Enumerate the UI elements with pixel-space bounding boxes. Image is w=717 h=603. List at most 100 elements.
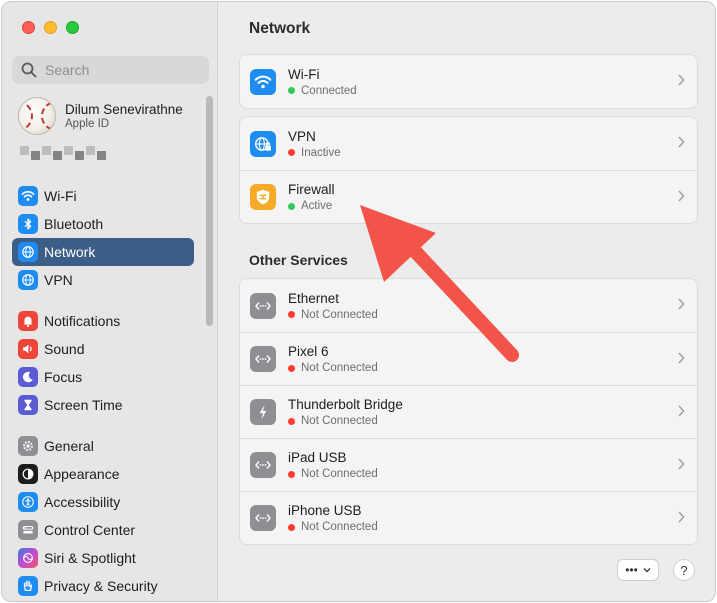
moon-icon	[18, 367, 38, 387]
chevron-right-icon	[678, 405, 685, 417]
wifi-icon	[250, 68, 276, 95]
more-actions-button[interactable]: •••	[617, 559, 659, 581]
sidebar-item-control-center[interactable]: Control Center	[12, 516, 194, 544]
sidebar-item-label: Wi-Fi	[44, 188, 77, 204]
sidebar-item-network[interactable]: Network	[12, 238, 194, 266]
status-label: Not Connected	[301, 468, 378, 480]
service-row-firewall[interactable]: Firewall Active	[240, 170, 697, 223]
avatar	[18, 97, 56, 135]
service-status: Not Connected	[288, 362, 378, 374]
chevron-right-icon	[678, 136, 685, 148]
sidebar-item-accessibility[interactable]: Accessibility	[12, 488, 194, 516]
service-name: Thunderbolt Bridge	[288, 397, 403, 412]
status-label: Not Connected	[301, 521, 378, 533]
chevron-right-icon	[678, 458, 685, 470]
service-row-ipad-usb[interactable]: iPad USB Not Connected	[240, 438, 697, 491]
ethernet-icon	[250, 292, 276, 319]
service-name: iPhone USB	[288, 503, 362, 518]
redacted-content	[20, 146, 106, 160]
thunderbolt-icon	[250, 399, 276, 425]
sidebar-item-sound[interactable]: Sound	[12, 335, 194, 363]
search-field[interactable]	[12, 56, 209, 84]
service-name: Ethernet	[288, 290, 340, 306]
status-dot-green	[288, 87, 295, 94]
sidebar-item-bluetooth[interactable]: Bluetooth	[12, 210, 194, 238]
profile-name: Dilum Senevirathne	[65, 102, 183, 117]
zoom-button[interactable]	[66, 21, 79, 34]
service-name: Wi-Fi	[288, 66, 320, 82]
sidebar-item-screen-time[interactable]: Screen Time	[12, 391, 194, 419]
sidebar-item-label: Bluetooth	[44, 216, 104, 232]
status-dot-red	[288, 149, 295, 156]
service-status: Not Connected	[288, 521, 378, 533]
status-dot-red	[288, 417, 295, 425]
sidebar-item-label: Screen Time	[44, 397, 123, 413]
service-row-vpn[interactable]: VPN Inactive	[240, 117, 697, 170]
close-button[interactable]	[22, 21, 35, 34]
service-status: Not Connected	[288, 309, 378, 321]
sidebar-item-focus[interactable]: Focus	[12, 363, 194, 391]
bottom-toolbar: ••• ?	[617, 559, 695, 581]
sidebar-item-privacy-security[interactable]: Privacy & Security	[12, 572, 194, 600]
status-label: Connected	[301, 84, 357, 97]
status-dot-green	[288, 202, 295, 210]
chevron-right-icon	[678, 352, 685, 364]
sidebar-item-notifications[interactable]: Notifications	[12, 307, 194, 335]
service-name: VPN	[288, 128, 316, 144]
help-button[interactable]: ?	[673, 559, 695, 581]
sidebar-item-siri-spotlight[interactable]: Siri & Spotlight	[12, 544, 194, 572]
status-dot-red	[288, 311, 295, 318]
service-name: Pixel 6	[288, 344, 329, 359]
chevron-right-icon	[678, 511, 685, 523]
service-row-iphone-usb[interactable]: iPhone USB Not Connected	[240, 491, 697, 544]
service-row-wifi[interactable]: Wi-Fi Connected	[240, 55, 697, 108]
gear-icon	[18, 436, 38, 456]
sidebar-item-label: Privacy & Security	[44, 578, 158, 594]
sidebar-item-general[interactable]: General	[12, 432, 194, 460]
hourglass-icon	[18, 395, 38, 415]
system-settings-window: Dilum Senevirathne Apple ID Wi-Fi Blueto…	[1, 1, 716, 602]
sidebar-item-label: Focus	[44, 369, 83, 385]
globe-icon	[18, 242, 38, 262]
service-status: Connected	[288, 85, 357, 97]
sidebar-item-label: Appearance	[44, 466, 120, 482]
service-row-pixel-6[interactable]: Pixel 6 Not Connected	[240, 332, 697, 385]
ethernet-icon	[250, 505, 276, 531]
traffic-lights	[22, 21, 79, 34]
sidebar-group-network: Wi-Fi Bluetooth Network VPN	[12, 182, 194, 294]
other-services-card: Ethernet Not Connected Pixel 6 Not Conne…	[239, 278, 698, 545]
service-status: Inactive	[288, 147, 341, 159]
bell-icon	[18, 311, 38, 331]
globe-icon	[18, 270, 38, 290]
search-icon	[21, 62, 37, 78]
chevron-down-icon	[643, 568, 651, 573]
siri-icon	[18, 548, 38, 568]
service-name: Firewall	[288, 182, 335, 197]
sidebar-item-label: Accessibility	[44, 494, 121, 510]
sidebar-item-appearance[interactable]: Appearance	[12, 460, 194, 488]
sidebar-item-label: Notifications	[44, 313, 121, 329]
sidebar-item-wifi[interactable]: Wi-Fi	[12, 182, 194, 210]
sidebar-item-vpn[interactable]: VPN	[12, 266, 194, 294]
service-name: iPad USB	[288, 450, 347, 465]
minimize-button[interactable]	[44, 21, 57, 34]
service-status: Active	[288, 200, 335, 212]
service-row-thunderbolt-bridge[interactable]: Thunderbolt Bridge Not Connected	[240, 385, 697, 438]
service-status: Not Connected	[288, 415, 403, 427]
apple-id-profile[interactable]: Dilum Senevirathne Apple ID	[18, 97, 183, 135]
sidebar: Dilum Senevirathne Apple ID Wi-Fi Blueto…	[2, 2, 218, 601]
connection-card-wifi: Wi-Fi Connected	[239, 54, 698, 109]
service-row-ethernet[interactable]: Ethernet Not Connected	[240, 279, 697, 332]
status-dot-red	[288, 523, 295, 531]
profile-subtitle: Apple ID	[65, 118, 110, 130]
sidebar-scrollbar[interactable]	[206, 96, 213, 326]
ethernet-icon	[250, 452, 276, 478]
status-label: Not Connected	[301, 415, 378, 427]
status-label: Inactive	[301, 146, 341, 159]
search-input[interactable]	[45, 62, 195, 78]
page-title: Network	[249, 20, 311, 37]
status-dot-red	[288, 364, 295, 372]
control-center-icon	[18, 520, 38, 540]
sidebar-item-label: Sound	[44, 341, 85, 357]
hand-icon	[18, 576, 38, 596]
